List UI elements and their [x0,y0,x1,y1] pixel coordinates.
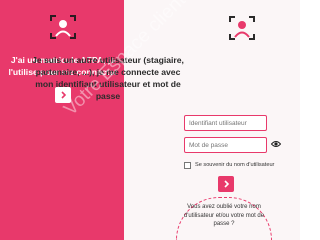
forgot-credentials-link[interactable]: Vous avez oublié votre nom d'utilisateur… [183,203,265,229]
other-user-login-text: Je suis un autre utilisateur (stagiaire,… [32,55,184,101]
username-input[interactable] [184,115,267,131]
eye-icon[interactable] [271,140,281,148]
remember-username[interactable]: Se souvenir du nom d'utilisateur [184,160,274,170]
remember-checkbox[interactable] [184,161,191,169]
submit-button[interactable] [218,176,234,192]
user-scan-icon [50,15,76,39]
user-scan-icon [229,16,255,40]
chevron-right-icon [224,180,230,188]
remember-label: Se souvenir du nom d'utilisateur [195,162,275,168]
afpa-login-panel: J'ai un matricule AFPA, je l'utilise pou… [0,0,124,240]
password-input[interactable] [184,137,267,153]
